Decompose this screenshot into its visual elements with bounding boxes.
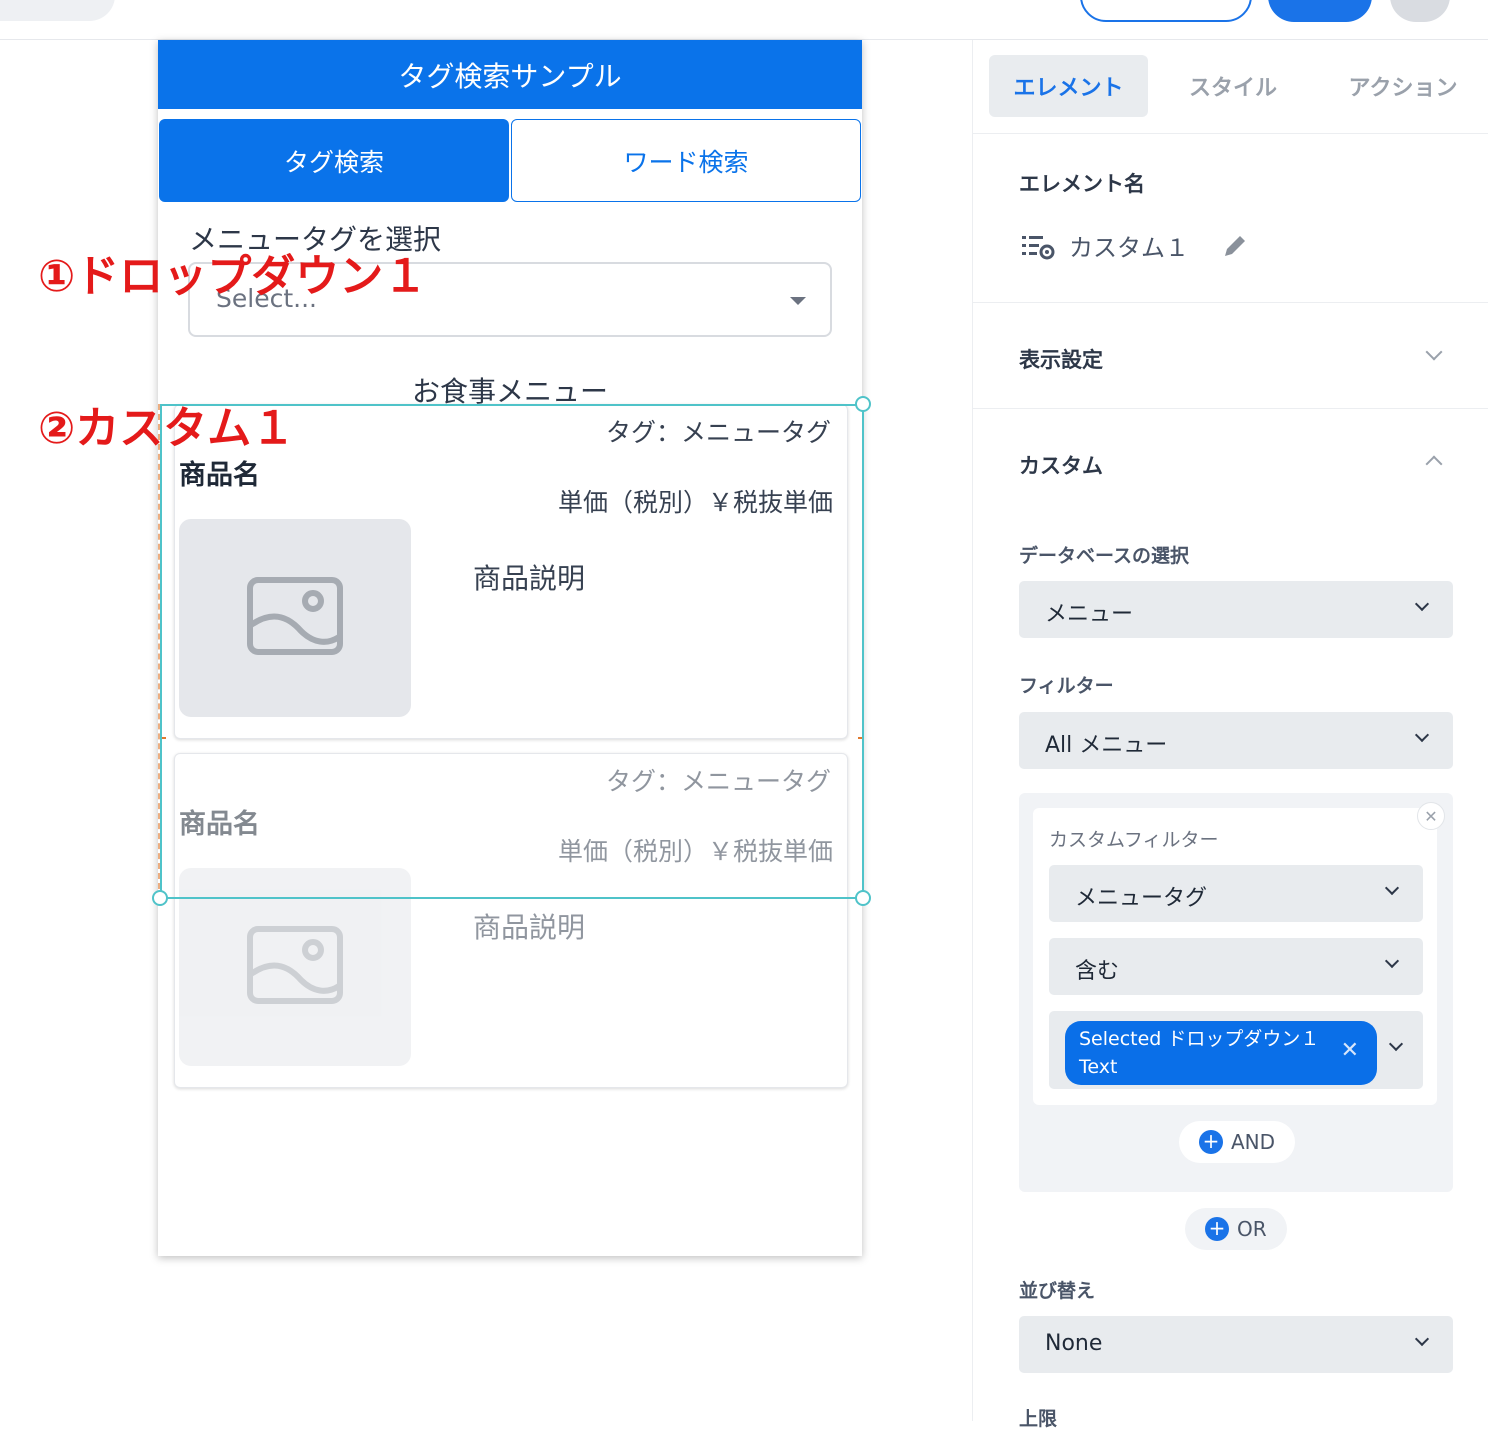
database-label: データベースの選択 [1019, 545, 1190, 567]
properties-panel: エレメント スタイル アクション エレメント名 カスタム１ 表示設定 カスタム … [972, 40, 1488, 1430]
card-description: 商品説明 [473, 911, 586, 944]
tab-style[interactable]: スタイル [1153, 55, 1313, 117]
image-placeholder-icon [247, 926, 343, 1004]
caret-down-icon [790, 297, 806, 305]
chevron-down-icon[interactable] [1425, 343, 1443, 361]
custom-element-icon [1022, 235, 1055, 259]
sort-select[interactable]: None [1019, 1316, 1453, 1373]
custom-filter-card: ✕ カスタムフィルター メニュータグ 含む Selected ドロップダウン１ … [1033, 802, 1445, 1105]
custom-filter-group: ✕ カスタムフィルター メニュータグ 含む Selected ドロップダウン１ … [1019, 793, 1453, 1192]
filter-label: フィルター [1019, 675, 1114, 697]
avatar[interactable] [1390, 0, 1450, 22]
element-name-row: カスタム１ [1021, 228, 1249, 263]
custom-filter-label: カスタムフィルター [1049, 829, 1219, 851]
element-name-title: エレメント名 [1019, 172, 1145, 196]
filter-value-select[interactable]: Selected ドロップダウン１ Text ✕ [1049, 1011, 1423, 1089]
tab-element[interactable]: エレメント [989, 55, 1148, 117]
filter-field-select[interactable]: メニュータグ [1049, 865, 1423, 922]
database-select[interactable]: メニュー [1019, 581, 1453, 638]
filter-value-chip[interactable]: Selected ドロップダウン１ Text ✕ [1065, 1021, 1377, 1085]
chevron-down-icon [1414, 596, 1430, 612]
display-settings-header[interactable]: 表示設定 [1019, 344, 1103, 374]
tab-tag-search[interactable]: タグ検索 [159, 119, 509, 202]
add-and-button[interactable]: + AND [1179, 1121, 1296, 1163]
chevron-down-icon [1414, 727, 1430, 743]
chevron-down-icon [1414, 1331, 1430, 1347]
chevron-down-icon [1384, 953, 1400, 969]
tab-word-search[interactable]: ワード検索 [511, 119, 861, 202]
chip-text: Selected ドロップダウン１ Text [1079, 1028, 1320, 1078]
chip-remove-icon[interactable]: ✕ [1341, 1037, 1359, 1065]
annotation-dropdown1: ①ドロップダウン１ [38, 251, 428, 302]
database-select-value: メニュー [1045, 602, 1134, 627]
filter-operator-select[interactable]: 含む [1049, 938, 1423, 995]
and-label: AND [1231, 1130, 1276, 1154]
divider [973, 302, 1488, 303]
selection-frame[interactable] [160, 404, 864, 899]
element-name-value: カスタム１ [1069, 234, 1189, 262]
custom-section-header[interactable]: カスタム [1019, 450, 1103, 480]
chevron-down-icon [1388, 1036, 1404, 1052]
resize-handle-bottom-right[interactable] [855, 890, 871, 906]
app-header[interactable]: タグ検索サンプル [158, 40, 862, 109]
or-label: OR [1237, 1217, 1267, 1241]
filter-select-value: All メニュー [1045, 733, 1168, 758]
limit-label: 上限 [1019, 1408, 1058, 1430]
divider [973, 133, 1488, 134]
top-pill-button[interactable] [0, 0, 115, 21]
chevron-up-icon[interactable] [1425, 455, 1443, 473]
tab-action[interactable]: アクション [1318, 55, 1488, 117]
annotation-custom1: ②カスタム１ [38, 403, 296, 454]
filter-select[interactable]: All メニュー [1019, 712, 1453, 769]
chevron-down-icon [1384, 880, 1400, 896]
divider [973, 408, 1488, 409]
sort-select-value: None [1045, 1331, 1103, 1356]
plus-icon: + [1199, 1130, 1223, 1154]
sort-label: 並び替え [1019, 1280, 1096, 1302]
add-or-button[interactable]: + OR [1185, 1208, 1287, 1250]
top-primary-button[interactable] [1268, 0, 1372, 22]
top-outline-button[interactable] [1080, 0, 1252, 22]
filter-field-value: メニュータグ [1075, 886, 1208, 911]
filter-operator-value: 含む [1075, 959, 1120, 984]
pencil-icon[interactable] [1221, 232, 1249, 260]
resize-handle-bottom-left[interactable] [152, 890, 168, 906]
resize-handle-top-right[interactable] [855, 396, 871, 412]
close-icon[interactable]: ✕ [1417, 802, 1445, 830]
plus-icon: + [1205, 1217, 1229, 1241]
